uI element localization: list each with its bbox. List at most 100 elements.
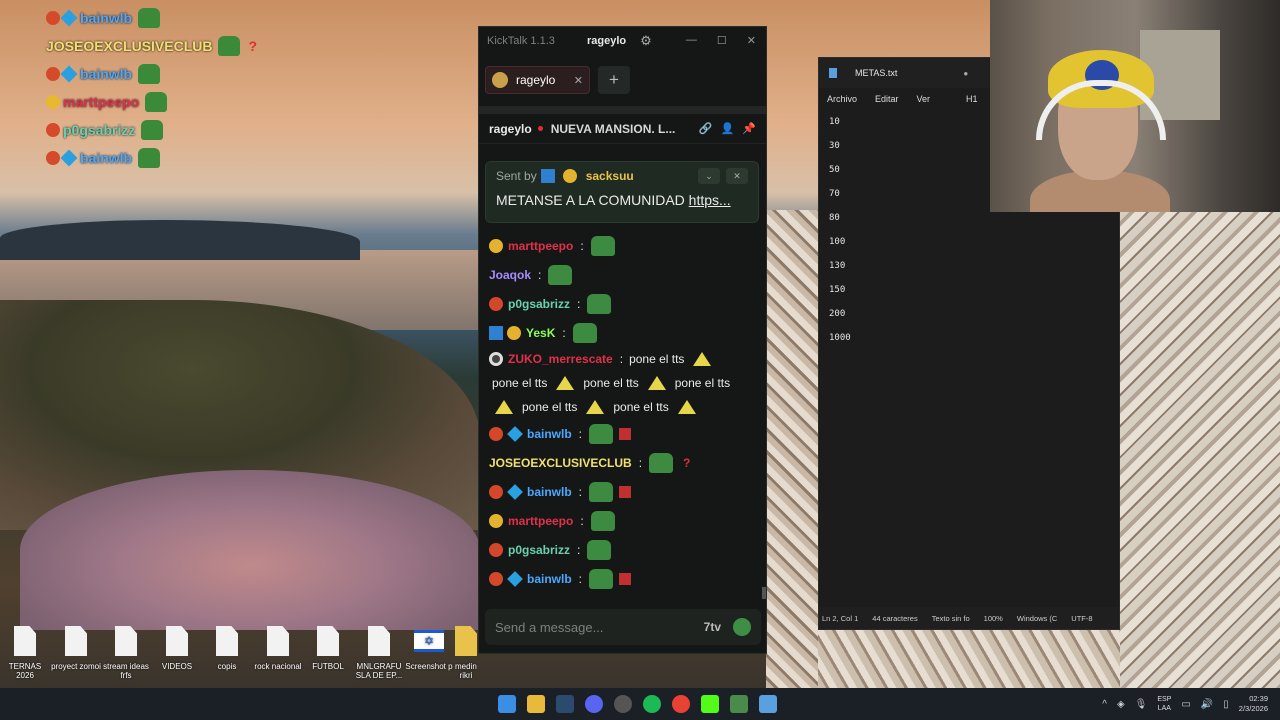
add-tab-button[interactable]: + (598, 66, 630, 94)
taskbar: ^ ◈ 🎙 ESP LAA ▭ 🔊 ▯ 02:39 2/3/2026 (0, 688, 1280, 720)
close-icon[interactable]: ✕ (747, 34, 756, 47)
microphone-icon[interactable]: 🎙 (1135, 699, 1148, 710)
desktop-icon[interactable]: rock nacional (253, 626, 303, 671)
chat-username[interactable]: bainwlb (527, 480, 572, 504)
notepad-taskbar-icon[interactable] (759, 695, 777, 713)
chat-username[interactable]: YesK (526, 321, 555, 345)
maximize-icon[interactable]: ☐ (717, 34, 727, 47)
spotify-icon[interactable] (643, 695, 661, 713)
menu-view[interactable]: Ver (917, 94, 931, 104)
text-line: 100 (829, 237, 846, 247)
desktop-icon[interactable]: VIDEOS (152, 626, 202, 671)
overlay-row: JOSEOEXCLUSIVECLUB ? (46, 32, 306, 60)
channel-tabs: rageylo ✕ + (479, 54, 766, 106)
kicktalk-icon[interactable] (730, 695, 748, 713)
chat-username[interactable]: p0gsabrizz (508, 538, 570, 562)
volume-icon[interactable]: 🔊 (1201, 699, 1213, 710)
link-icon[interactable]: 🔗 (699, 122, 713, 135)
cube-badge-icon (507, 425, 523, 442)
pinned-text: METANSE A LA COMUNIDAD (496, 192, 685, 208)
chat-username[interactable]: Joaqok (489, 263, 531, 287)
security-icon[interactable]: ◈ (1117, 699, 1125, 710)
overlay-row: bainwlb (46, 60, 306, 88)
kick-badge-icon (540, 169, 555, 183)
tab-rageylo[interactable]: rageylo ✕ (485, 66, 590, 94)
chat-username[interactable]: bainwlb (527, 567, 572, 591)
emote-icon (693, 352, 712, 366)
wallpaper-town (766, 210, 818, 688)
line-ending[interactable]: Windows (C (1017, 614, 1057, 623)
zoom-level[interactable]: 100% (984, 614, 1003, 623)
emote-icon (572, 322, 597, 343)
emote-icon (138, 148, 161, 168)
minimize-icon[interactable]: — (686, 34, 697, 47)
heading-dropdown[interactable]: H1 (966, 94, 978, 104)
clock[interactable]: 02:39 2/3/2026 (1239, 694, 1268, 714)
file-icon (14, 626, 36, 656)
chat-scrollbar[interactable] (762, 587, 766, 599)
message-input[interactable]: Send a message... 7tv (485, 609, 761, 645)
chat-username[interactable]: ZUKO_merrescate (508, 347, 613, 371)
unsaved-dot-icon: ● (963, 68, 969, 78)
desktop-icon[interactable]: proyect zomoi (51, 626, 101, 671)
pinned-sender[interactable]: sacksuu (586, 169, 634, 183)
current-user[interactable]: rageylo (587, 35, 626, 47)
discord-icon[interactable] (585, 695, 603, 713)
emote-picker-icon[interactable] (733, 618, 751, 636)
chat-username[interactable]: p0gsabrizz (508, 292, 570, 316)
encoding[interactable]: UTF-8 (1071, 614, 1092, 623)
channel-name[interactable]: rageylo (489, 122, 532, 136)
chat-username[interactable]: marttpeepo (508, 509, 573, 533)
stream-chat-overlay: bainwlb JOSEOEXCLUSIVECLUB ? bainwlb mar… (46, 4, 306, 172)
emote-icon (619, 485, 632, 498)
pin-icon[interactable]: 📌 (742, 122, 756, 135)
steam-icon[interactable] (556, 695, 574, 713)
obs-icon[interactable] (614, 695, 632, 713)
question-icon: ? (248, 38, 258, 54)
desktop-icon[interactable]: stream ideas frfs (101, 626, 151, 680)
chat-username[interactable]: marttpeepo (508, 234, 573, 258)
desktop-icon[interactable]: MNLGRAFU SLA DE EP... (354, 626, 404, 680)
desktop-icon[interactable]: FUTBOL (303, 626, 353, 671)
folder-icon (455, 626, 477, 656)
overlay-username: marttpeepo (63, 94, 140, 110)
start-icon[interactable] (498, 695, 516, 713)
wallpaper-town (1120, 210, 1280, 688)
desktop-icon[interactable]: TERNAS 2026 (0, 626, 50, 680)
7tv-emote-icon[interactable]: 7tv (704, 620, 721, 634)
file-icon (368, 626, 390, 656)
chat-messages: marttpeepo: Joaqok: p0gsabrizz: YesK: ZU… (479, 227, 766, 601)
chat-username[interactable]: JOSEOEXCLUSIVECLUB (489, 451, 632, 475)
chat-message: p0gsabrizz: (489, 289, 756, 318)
wallpaper-town (818, 630, 1120, 688)
close-tab-icon[interactable]: ✕ (574, 74, 583, 87)
badge-icon (46, 151, 60, 165)
pinned-link[interactable]: https... (689, 192, 731, 208)
file-explorer-icon[interactable] (527, 695, 545, 713)
chrome-icon[interactable] (672, 695, 690, 713)
desktop-icon[interactable]: ✡ Screenshot p (404, 626, 454, 671)
desktop-icon[interactable]: copis (202, 626, 252, 671)
language-indicator[interactable]: ESP LAA (1157, 695, 1171, 713)
overlay-username: bainwlb (80, 66, 133, 82)
tab-metas[interactable]: METAS.txt (855, 68, 897, 78)
text-format[interactable]: Texto sin fo (932, 614, 970, 623)
badge-icon (489, 352, 503, 366)
system-tray: ^ ◈ 🎙 ESP LAA ▭ 🔊 ▯ 02:39 2/3/2026 (1102, 688, 1268, 720)
israel-flag-icon: ✡ (414, 630, 444, 652)
menu-edit[interactable]: Editar (875, 94, 899, 104)
network-icon[interactable]: ▭ (1181, 699, 1190, 710)
gear-icon[interactable]: ⚙ (640, 33, 652, 49)
battery-icon[interactable]: ▯ (1223, 699, 1229, 710)
user-icon[interactable]: 👤 (721, 122, 735, 135)
desktop-icon[interactable]: medina rikri (455, 626, 477, 680)
kick-icon[interactable] (701, 695, 719, 713)
unpin-icon[interactable]: ✕ (726, 168, 748, 184)
chevron-down-icon[interactable]: ⌄ (698, 168, 720, 184)
chevron-up-icon[interactable]: ^ (1102, 699, 1107, 710)
pinned-message: Sent by sacksuu ⌄ ✕ METANSE A LA COMUNID… (485, 161, 759, 223)
overlay-username: bainwlb (80, 10, 133, 26)
menu-file[interactable]: Archivo (827, 94, 857, 104)
overlay-row: bainwlb (46, 4, 306, 32)
chat-username[interactable]: bainwlb (527, 422, 572, 446)
